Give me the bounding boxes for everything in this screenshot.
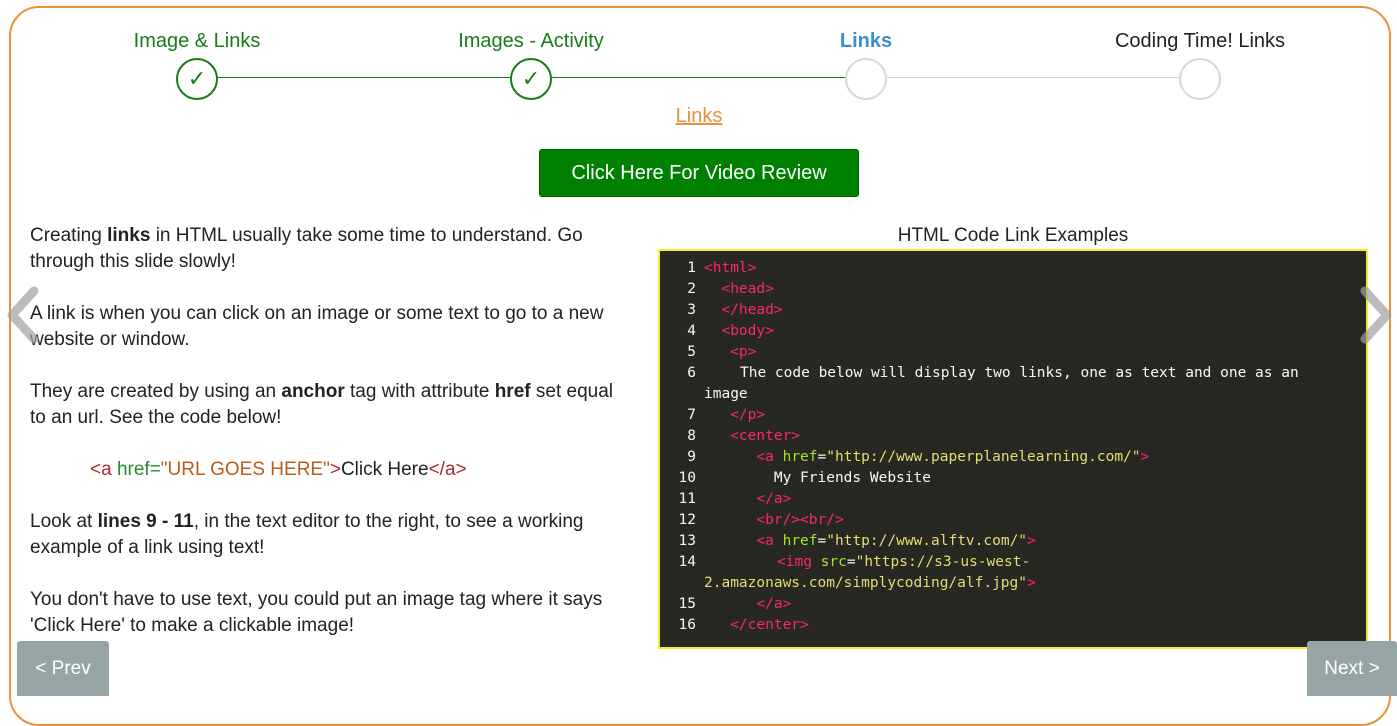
paragraph-lines-hint: Look at lines 9 - 11, in the text editor…	[30, 511, 584, 558]
step-label-links[interactable]: Links	[840, 30, 892, 53]
chevron-right-icon	[1360, 286, 1392, 344]
step-connector	[887, 77, 1180, 78]
paragraph-intro: Creating links in HTML usually take some…	[30, 225, 583, 272]
slide-prev-arrow[interactable]	[2, 285, 42, 345]
code-panel-title: HTML Code Link Examples	[897, 225, 1129, 246]
slide-next-arrow[interactable]	[1357, 285, 1397, 345]
step-circle-complete[interactable]: ✓	[176, 58, 218, 100]
video-review-button[interactable]: Click Here For Video Review	[539, 149, 859, 197]
code-line: 13 <a href="http://www.alftv.com/">	[678, 533, 1036, 549]
code-editor[interactable]: 1 <html> 2 <head> 3 </head> 4 <body> 5 <p…	[658, 249, 1368, 649]
paragraph-image-link: You don't have to use text, you could pu…	[30, 589, 603, 636]
step-connector	[218, 77, 511, 78]
code-line: 5 <p>	[687, 344, 757, 360]
code-line: 16 </center>	[678, 617, 809, 633]
step-connector	[552, 77, 846, 78]
code-line: 12 <br/><br/>	[678, 512, 844, 528]
step-circle-pending[interactable]	[1179, 58, 1221, 100]
code-line: 2 <head>	[687, 281, 774, 297]
code-line: 4 <body>	[687, 323, 774, 339]
anchor-code-example: <a href="URL GOES HERE">Click Here</a>	[90, 459, 467, 480]
code-line: 7 </p>	[687, 407, 766, 423]
section-link[interactable]: Links	[676, 105, 723, 128]
chevron-left-icon	[7, 286, 39, 344]
step-circle-current[interactable]	[845, 58, 887, 100]
code-line: 9 <a href="http://www.paperplanelearning…	[687, 449, 1150, 465]
code-line: 6 The code below will display two links, …	[687, 365, 1308, 402]
paragraph-definition: A link is when you can click on an image…	[30, 303, 604, 350]
step-label-image-links[interactable]: Image & Links	[134, 30, 261, 53]
step-label-coding-time[interactable]: Coding Time! Links	[1115, 30, 1285, 53]
code-line: 14 <img src="https://s3-us-west-2.amazona…	[678, 554, 1036, 591]
code-line: 8 <center>	[687, 428, 801, 444]
prev-button[interactable]: < Prev	[17, 641, 109, 696]
step-label-images-activity[interactable]: Images - Activity	[458, 30, 604, 53]
code-line: 1 <html>	[687, 260, 757, 276]
code-line: 3 </head>	[687, 302, 783, 318]
lesson-text: Creating links in HTML usually take some…	[30, 223, 630, 665]
checkmark-icon: ✓	[521, 66, 541, 91]
code-line: 15 </a>	[678, 596, 792, 612]
paragraph-anchor: They are created by using an anchor tag …	[30, 381, 614, 428]
checkmark-icon: ✓	[187, 66, 207, 91]
step-circle-complete[interactable]: ✓	[510, 58, 552, 100]
code-line: 11 </a>	[678, 491, 792, 507]
next-button[interactable]: Next >	[1307, 641, 1397, 696]
code-line: 10 My Friends Website	[678, 470, 931, 486]
